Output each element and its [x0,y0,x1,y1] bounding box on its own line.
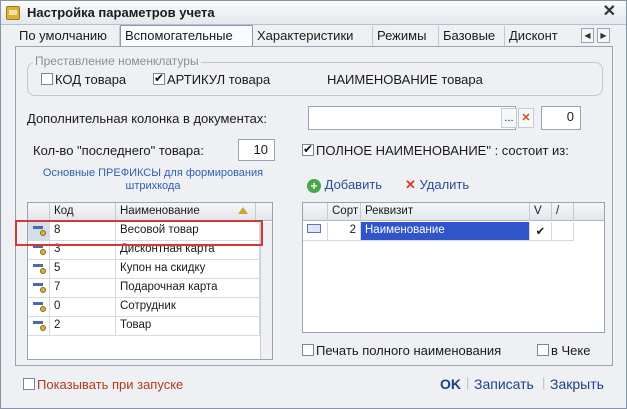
article-checkbox-row[interactable]: АРТИКУЛ товара [153,71,271,87]
highlight-box [15,220,263,246]
app-icon [6,6,20,20]
delete-icon: ✕ [405,177,416,192]
in-check-label: в Чеке [551,343,591,358]
requisite-row-icon [307,224,321,233]
requisite-grid-header: Сорт Реквизит V / [303,203,604,221]
extra-column-clear-icon[interactable]: ✕ [518,108,534,128]
prefix-code-cell[interactable]: 7 [50,279,116,298]
tab-default[interactable]: По умолчанию [15,26,120,46]
show-on-start-checkbox[interactable] [23,378,35,390]
prefix-header-name[interactable]: Наименование [116,203,256,221]
show-on-start-label: Показывать при запуске [37,377,184,392]
settings-window: Настройка параметров учета ✕ По умолчани… [0,0,627,409]
article-label: АРТИКУЛ товара [167,72,271,87]
barcode-prefix-icon [32,300,46,312]
requisite-grid[interactable]: Сорт Реквизит V / 2 Наименование ✔ [302,202,605,333]
in-check-checkbox[interactable] [537,344,549,356]
prefix-name-cell[interactable]: Сотрудник [116,298,260,317]
req-slash-cell[interactable] [552,222,574,241]
show-on-start-row[interactable]: Показывать при запуске [23,377,183,392]
add-label: Добавить [324,177,383,192]
prefix-header-code[interactable]: Код [50,203,116,221]
prefix-name-cell[interactable]: Товар [116,317,260,336]
req-header-v[interactable]: V [530,203,552,221]
req-header-sort[interactable]: Сорт [328,203,361,221]
in-check-row[interactable]: в Чеке [537,343,590,358]
tab-basic[interactable]: Базовые [439,26,505,46]
prefix-grid-header: Код Наименование [28,203,272,221]
window-title: Настройка параметров учета [27,5,215,20]
extra-column-number-input[interactable]: 0 [541,106,581,130]
article-checkbox[interactable] [153,71,165,85]
ok-button[interactable]: OK [440,376,461,392]
full-name-checkbox-row[interactable]: ПОЛНОЕ НАИМЕНОВАНИЕ" : состоит из: [302,142,569,158]
prefix-code-cell[interactable]: 0 [50,298,116,317]
tab-scroll-right-icon[interactable]: ▶ [597,28,610,43]
row-icon-cell [28,279,50,298]
code-checkbox[interactable] [41,73,53,85]
req-header-icon-col [303,203,328,221]
prefixes-title: Основные ПРЕФИКСЫ для формирования штрих… [42,167,264,192]
print-full-name-label: Печать полного наименования [316,343,502,358]
req-v-checkbox[interactable]: ✔ [530,222,552,241]
title-bar: Настройка параметров учета ✕ [1,1,626,25]
prefix-code-cell[interactable]: 2 [50,317,116,336]
prefix-name-cell[interactable]: Купон на скидку [116,260,260,279]
row-icon-cell [28,260,50,279]
tab-scroll-left-icon[interactable]: ◀ [581,28,594,43]
close-icon[interactable]: ✕ [603,3,616,21]
extra-column-label: Дополнительная колонка в документах: [27,111,267,126]
delete-label: Удалить [419,177,470,192]
barcode-prefix-icon [32,319,46,331]
close-button[interactable]: Закрыть [550,376,604,392]
req-row-icon-cell [303,222,328,241]
nomenclature-group-title: Преставление номенклатуры [33,54,201,68]
add-icon: + [307,179,321,193]
code-label: КОД товара [55,72,127,87]
code-checkbox-row[interactable]: КОД товара [41,72,126,87]
footer-divider: | [542,375,546,390]
print-full-name-checkbox[interactable] [302,344,314,356]
last-count-input[interactable]: 10 [238,139,275,161]
footer-divider: | [466,375,470,390]
full-name-checkbox[interactable] [302,142,314,156]
sort-asc-icon [238,207,248,214]
req-name-cell[interactable]: Наименование [361,222,530,241]
print-full-name-row[interactable]: Печать полного наименования [302,343,501,358]
last-count-label: Кол-во "последнего" товара: [33,143,204,158]
name-label: НАИМЕНОВАНИЕ товара [327,72,483,87]
row-icon-cell [28,298,50,317]
req-header-slash[interactable]: / [552,203,574,221]
req-sort-cell[interactable]: 2 [328,222,361,241]
delete-button[interactable]: ✕ Удалить [405,177,469,193]
tab-auxiliary[interactable]: Вспомогательные [120,25,253,46]
barcode-prefix-icon [32,281,46,293]
save-button[interactable]: Записать [474,376,534,392]
prefix-name-cell[interactable]: Подарочная карта [116,279,260,298]
add-button[interactable]: + Добавить [307,177,382,193]
full-name-label: ПОЛНОЕ НАИМЕНОВАНИЕ" : состоит из: [316,143,569,158]
extra-column-select-button[interactable]: ... [501,108,517,128]
row-icon-cell [28,317,50,336]
barcode-prefix-icon [32,262,46,274]
tab-modes[interactable]: Режимы [373,26,439,46]
prefix-header-icon-col [28,203,50,221]
extra-column-input[interactable] [308,106,516,130]
prefix-code-cell[interactable]: 5 [50,260,116,279]
tab-characteristics[interactable]: Характеристики [253,26,373,46]
tab-discount[interactable]: Дисконт [505,26,571,46]
req-header-requisite[interactable]: Реквизит [361,203,530,221]
